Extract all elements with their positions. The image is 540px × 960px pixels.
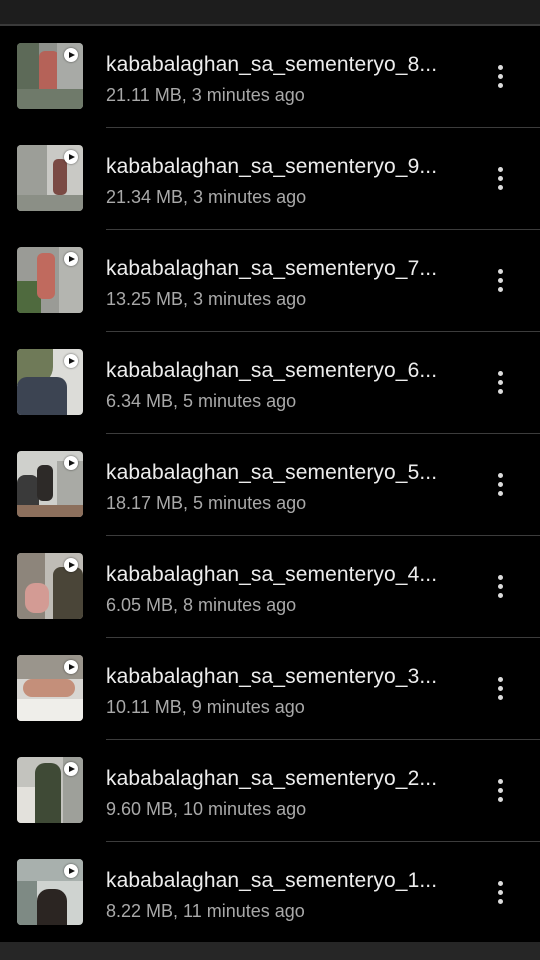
video-thumbnail[interactable]: [17, 247, 83, 313]
file-row[interactable]: kababalaghan_sa_sementeryo_5... 18.17 MB…: [0, 434, 540, 536]
file-meta: 21.34 MB, 3 minutes ago: [106, 187, 307, 207]
play-icon: [64, 660, 78, 674]
video-thumbnail[interactable]: [17, 655, 83, 721]
file-row[interactable]: kababalaghan_sa_sementeryo_2... 9.60 MB,…: [0, 740, 540, 842]
more-options-icon[interactable]: [486, 267, 514, 297]
file-row[interactable]: kababalaghan_sa_sementeryo_1... 8.22 MB,…: [0, 842, 540, 944]
more-options-icon[interactable]: [486, 573, 514, 603]
play-icon: [64, 456, 78, 470]
file-name: kababalaghan_sa_sementeryo_1...: [106, 869, 438, 892]
file-meta: 6.05 MB, 8 minutes ago: [106, 595, 297, 615]
file-row[interactable]: kababalaghan_sa_sementeryo_6... 6.34 MB,…: [0, 332, 540, 434]
file-name: kababalaghan_sa_sementeryo_2...: [106, 767, 438, 790]
file-row[interactable]: kababalaghan_sa_sementeryo_4... 6.05 MB,…: [0, 536, 540, 638]
file-row[interactable]: kababalaghan_sa_sementeryo_7... 13.25 MB…: [0, 230, 540, 332]
file-name: kababalaghan_sa_sementeryo_6...: [106, 359, 438, 382]
video-thumbnail[interactable]: [17, 757, 83, 823]
file-meta: 10.11 MB, 9 minutes ago: [106, 697, 305, 717]
play-icon: [64, 354, 78, 368]
file-list-panel: kababalaghan_sa_sementeryo_8... 21.11 MB…: [0, 24, 540, 942]
video-thumbnail[interactable]: [17, 43, 83, 109]
file-name: kababalaghan_sa_sementeryo_8...: [106, 53, 438, 76]
file-name: kababalaghan_sa_sementeryo_5...: [106, 461, 438, 484]
play-icon: [64, 558, 78, 572]
more-options-icon[interactable]: [486, 165, 514, 195]
play-icon: [64, 48, 78, 62]
file-meta: 9.60 MB, 10 minutes ago: [106, 799, 307, 819]
play-icon: [64, 252, 78, 266]
more-options-icon[interactable]: [486, 471, 514, 501]
video-thumbnail[interactable]: [17, 553, 83, 619]
file-name: kababalaghan_sa_sementeryo_9...: [106, 155, 438, 178]
file-row[interactable]: kababalaghan_sa_sementeryo_9... 21.34 MB…: [0, 128, 540, 230]
video-thumbnail[interactable]: [17, 451, 83, 517]
video-thumbnail[interactable]: [17, 859, 83, 925]
file-row[interactable]: kababalaghan_sa_sementeryo_3... 10.11 MB…: [0, 638, 540, 740]
file-meta: 6.34 MB, 5 minutes ago: [106, 391, 297, 411]
bottom-bar: [0, 942, 540, 960]
more-options-icon[interactable]: [486, 675, 514, 705]
video-thumbnail[interactable]: [17, 349, 83, 415]
file-meta: 18.17 MB, 5 minutes ago: [106, 493, 307, 513]
play-icon: [64, 150, 78, 164]
video-thumbnail[interactable]: [17, 145, 83, 211]
file-meta: 8.22 MB, 11 minutes ago: [106, 901, 305, 921]
file-name: kababalaghan_sa_sementeryo_3...: [106, 665, 438, 688]
file-meta: 13.25 MB, 3 minutes ago: [106, 289, 307, 309]
file-row[interactable]: kababalaghan_sa_sementeryo_8... 21.11 MB…: [0, 26, 540, 128]
more-options-icon[interactable]: [486, 879, 514, 909]
play-icon: [64, 864, 78, 878]
more-options-icon[interactable]: [486, 63, 514, 93]
more-options-icon[interactable]: [486, 777, 514, 807]
file-name: kababalaghan_sa_sementeryo_4...: [106, 563, 438, 586]
more-options-icon[interactable]: [486, 369, 514, 399]
play-icon: [64, 762, 78, 776]
file-meta: 21.11 MB, 3 minutes ago: [106, 85, 305, 105]
file-name: kababalaghan_sa_sementeryo_7...: [106, 257, 438, 280]
